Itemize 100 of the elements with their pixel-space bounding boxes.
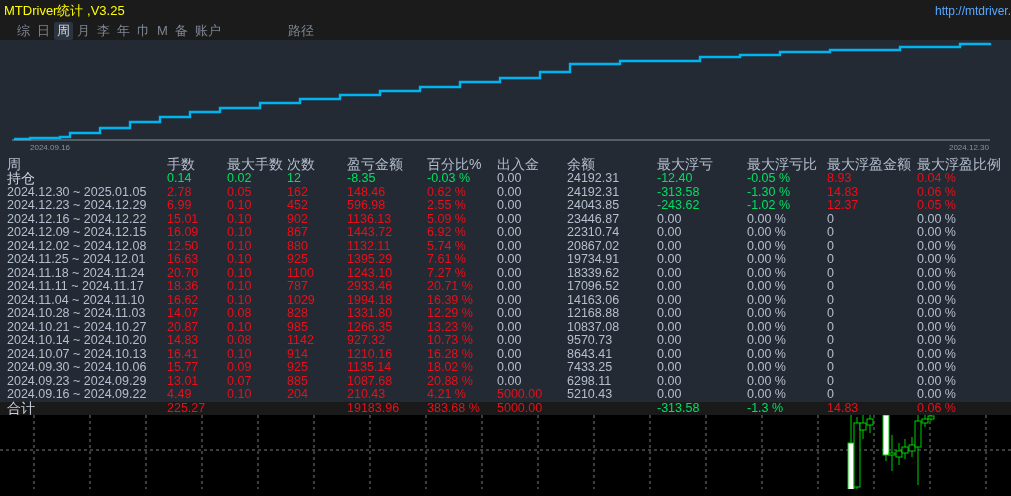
table-cell-text: 885 <box>287 374 309 388</box>
table-cell-text: 0.00 <box>657 320 683 334</box>
table-cell-text: 0.00 % <box>747 239 787 253</box>
table-cell-text: 0.10 <box>227 280 253 294</box>
period-tab[interactable]: 巾 <box>134 22 153 40</box>
table-cell-text: 0.06 % <box>917 401 957 415</box>
table-cell-text: 1029 <box>287 293 316 307</box>
table-cell-text: 0.00 <box>497 320 523 334</box>
period-tab[interactable]: 备 <box>171 22 191 40</box>
table-cell-text: 0.10 <box>227 347 253 361</box>
column-header: 周 <box>7 156 21 172</box>
table-cell-text: 927.32 <box>347 334 387 348</box>
table-cell-text: 10.73 % <box>427 334 474 348</box>
table-cell-text: 0.10 <box>227 266 253 280</box>
table-cell-text: 0.00 % <box>747 293 787 307</box>
table-cell-text: 14.83 <box>827 185 860 199</box>
table-cell-text: 1142 <box>287 334 315 348</box>
table-cell-text: 6.99 <box>167 199 193 213</box>
table-cell-text: 14163.06 <box>567 293 621 307</box>
table-cell-text: 22310.74 <box>567 226 621 240</box>
table-cell-text: 0.00 <box>497 334 523 348</box>
table-cell-text: 15.77 <box>167 361 200 375</box>
table-cell-text: 16.62 <box>167 293 200 307</box>
table-cell-text: 2024.09.16 ~ 2024.09.22 <box>7 388 148 401</box>
table-cell-text: 5000.00 <box>497 388 544 402</box>
table-cell-text: 5.09 % <box>427 212 467 226</box>
table-cell-text: 0.00 % <box>747 226 787 240</box>
table-cell-text: 0.10 <box>227 253 253 267</box>
table-cell-text: 8.93 <box>827 172 853 186</box>
table-cell-text: 0.00 <box>657 388 683 402</box>
table-cell-text: 1994.18 <box>347 293 394 307</box>
table-cell-text: 0.00 % <box>917 307 957 321</box>
table-cell-text: 12.37 <box>827 199 860 213</box>
table-cell-text: 0.00 % <box>917 388 957 402</box>
table-cell-text: 5210.43 <box>567 388 614 402</box>
table-cell-text: 452 <box>287 199 309 213</box>
table-cell-text: 7.61 % <box>427 253 467 267</box>
table-cell-text: 4.49 <box>167 388 193 402</box>
table-cell-text: -313.58 <box>657 185 701 199</box>
period-tab[interactable]: 李 <box>94 22 113 40</box>
table-cell-text: 24192.31 <box>567 172 621 186</box>
period-tab[interactable]: 综 <box>14 22 33 40</box>
period-tab[interactable]: 月 <box>74 22 93 40</box>
table-cell-text: 0.00 <box>657 347 683 361</box>
column-header: 最大浮亏 <box>657 156 714 172</box>
table-cell-text: 204 <box>287 388 309 402</box>
period-tab[interactable]: 账户 <box>191 22 224 40</box>
period-tab[interactable]: 年 <box>114 22 133 40</box>
table-cell-text: 0.10 <box>227 293 253 307</box>
table-cell-text: 2.78 <box>167 185 193 199</box>
table-cell-text: 20.71 % <box>427 280 474 294</box>
period-tab[interactable]: 周 <box>54 22 73 40</box>
table-cell-text: 0 <box>827 280 835 294</box>
table-cell-text: 24192.31 <box>567 185 621 199</box>
table-cell-text: 0.00 <box>497 293 523 307</box>
table-cell-text: 148.46 <box>347 185 387 199</box>
table-cell-text: 0.02 <box>227 172 253 186</box>
table-cell-text: 828 <box>287 307 309 321</box>
table-cell-text: 0.00 <box>657 280 683 294</box>
table-cell-text: 0.00 <box>657 307 683 321</box>
column-header: 出入金 <box>497 156 540 172</box>
column-header: 百分比% <box>427 156 483 172</box>
website-link[interactable]: http://mtdriver. <box>934 4 1011 18</box>
table-cell-text: 1135.14 <box>347 361 393 375</box>
table-cell-text: 925 <box>287 361 309 375</box>
table-cell-text: 0.00 <box>497 172 523 186</box>
period-tab[interactable]: 路径 <box>284 22 317 40</box>
table-cell-text: 18.36 <box>167 280 200 294</box>
table-cell-text: 225.27 <box>167 401 207 415</box>
table-cell-text: 0.07 <box>227 374 253 388</box>
table-cell-text: 0.00 % <box>747 361 787 375</box>
axis-date-label: 2024.09.16 <box>30 143 71 152</box>
column-header: 盈亏金额 <box>347 156 404 172</box>
period-tab[interactable]: 日 <box>34 22 53 40</box>
table-cell-text: 0.00 <box>657 361 683 375</box>
table-cell-text: 2024.10.21 ~ 2024.10.27 <box>7 320 148 334</box>
table-cell-text: 13.01 <box>167 374 200 388</box>
table-cell-text: 0 <box>827 212 835 226</box>
period-tab[interactable]: M <box>154 22 171 40</box>
table-cell-text: 0 <box>827 347 835 361</box>
table-cell-text: 16.39 % <box>427 293 474 307</box>
table-cell-text: 0.00 % <box>917 320 957 334</box>
table-cell-text: 0.09 <box>227 361 253 375</box>
table-cell-text: 0 <box>827 320 835 334</box>
table-cell-text: 持仓 <box>7 172 36 186</box>
table-cell-text: 0.00 % <box>917 293 957 307</box>
table-cell-text: 0.00 <box>497 361 523 375</box>
table-cell-text: 16.09 <box>167 226 200 240</box>
table-cell-text: 20.87 <box>167 320 200 334</box>
table-cell-text: 16.63 <box>167 253 200 267</box>
table-cell-text: 12 <box>287 172 302 186</box>
table-cell-text: 0.00 <box>497 239 523 253</box>
table-cell-text: 0.10 <box>227 388 253 402</box>
table-cell-text: 0.00 % <box>917 361 957 375</box>
table-cell-text: 4.21 % <box>427 388 467 402</box>
column-header: 最大浮盈金额 <box>827 156 912 172</box>
table-cell-text: 0.00 <box>657 253 683 267</box>
table-cell-text: 0.00 % <box>747 388 787 402</box>
table-cell-text: 162 <box>287 185 309 199</box>
table-cell-text: 0.00 % <box>917 280 957 294</box>
